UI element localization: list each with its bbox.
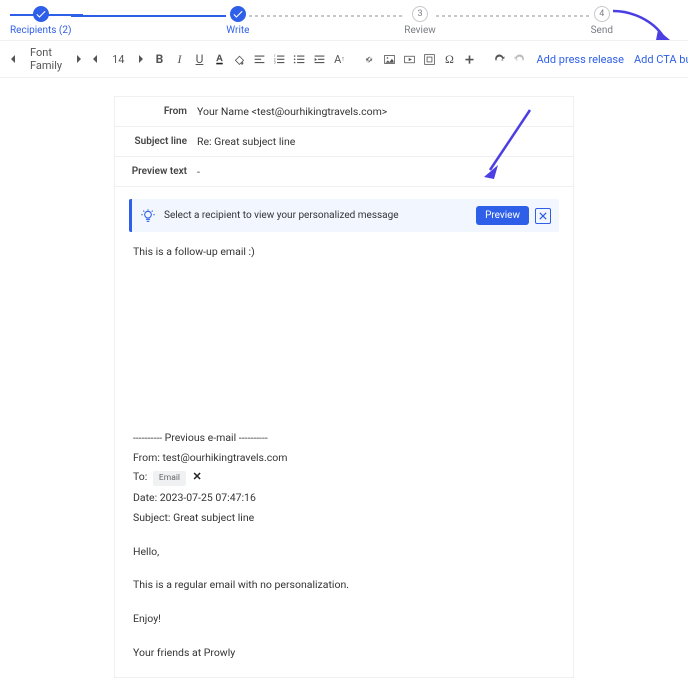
lightbulb-icon bbox=[140, 208, 156, 224]
email-body-editor[interactable]: This is a follow-up email :) ---------- … bbox=[115, 240, 573, 677]
add-press-release-link[interactable]: Add press release bbox=[532, 51, 628, 68]
special-char-button[interactable]: Ω bbox=[440, 49, 458, 69]
font-size-prev-icon[interactable] bbox=[88, 49, 106, 69]
add-cta-button-link[interactable]: Add CTA button bbox=[630, 51, 688, 68]
insert-more-button[interactable] bbox=[460, 49, 478, 69]
list-numbered-button[interactable]: 123 bbox=[270, 49, 288, 69]
body-signoff: Your friends at Prowly bbox=[133, 645, 555, 661]
prev-to: To: Email ✕ bbox=[133, 469, 555, 486]
italic-button[interactable]: I bbox=[170, 49, 188, 69]
email-compose-panel: From Your Name <test@ourhikingtravels.co… bbox=[114, 96, 574, 678]
banner-close-button[interactable] bbox=[535, 208, 551, 224]
preview-text-label: Preview text bbox=[129, 166, 197, 177]
step-send[interactable]: 4 Send bbox=[591, 6, 613, 36]
email-pill: Email bbox=[153, 471, 186, 486]
align-button[interactable] bbox=[250, 49, 268, 69]
from-value[interactable]: Your Name <test@ourhikingtravels.com> bbox=[197, 105, 387, 118]
preview-button[interactable]: Preview bbox=[476, 206, 529, 225]
prev-date: Date: 2023-07-25 07:47:16 bbox=[133, 490, 555, 506]
prev-separator: ---------- Previous e-mail ---------- bbox=[133, 430, 555, 446]
prev-from: From: test@ourhikingtravels.com bbox=[133, 450, 555, 466]
body-hello: Hello, bbox=[133, 544, 555, 560]
redo-button[interactable] bbox=[510, 49, 528, 69]
text-color-button[interactable] bbox=[210, 49, 228, 69]
from-label: From bbox=[129, 106, 197, 117]
bg-color-button[interactable] bbox=[230, 49, 248, 69]
remove-chip-icon[interactable]: ✕ bbox=[192, 472, 203, 483]
underline-button[interactable]: U bbox=[190, 49, 208, 69]
step-write[interactable]: Write bbox=[226, 6, 249, 36]
image-button[interactable] bbox=[380, 49, 398, 69]
font-family-next-icon[interactable] bbox=[68, 49, 86, 69]
subject-label: Subject line bbox=[129, 136, 197, 147]
step-recipients[interactable]: Recipients (2) bbox=[10, 6, 71, 36]
video-button[interactable] bbox=[400, 49, 418, 69]
personalize-info-banner: Select a recipient to view your personal… bbox=[129, 199, 559, 232]
attach-button[interactable] bbox=[420, 49, 438, 69]
preview-text-value[interactable]: - bbox=[197, 165, 200, 178]
font-size-increase-button[interactable]: A↑ bbox=[330, 49, 348, 69]
undo-button[interactable] bbox=[490, 49, 508, 69]
font-size-next-icon[interactable] bbox=[130, 49, 148, 69]
subject-row: Subject line Re: Great subject line bbox=[115, 127, 573, 157]
step-review[interactable]: 3 Review bbox=[404, 6, 436, 36]
body-followup: This is a follow-up email :) bbox=[133, 244, 555, 260]
font-family-prev-icon[interactable] bbox=[6, 49, 24, 69]
indent-button[interactable] bbox=[310, 49, 328, 69]
prev-subject: Subject: Great subject line bbox=[133, 510, 555, 526]
font-family-select[interactable]: Font Family bbox=[26, 46, 66, 72]
link-button[interactable] bbox=[360, 49, 378, 69]
bold-button[interactable]: B bbox=[150, 49, 168, 69]
preview-text-row: Preview text - bbox=[115, 157, 573, 187]
body-line1: This is a regular email with no personal… bbox=[133, 577, 555, 593]
banner-text: Select a recipient to view your personal… bbox=[164, 210, 476, 221]
from-row: From Your Name <test@ourhikingtravels.co… bbox=[115, 97, 573, 127]
body-enjoy: Enjoy! bbox=[133, 611, 555, 627]
editor-toolbar: Font Family 14 B I U 123 A↑ Ω Add press … bbox=[0, 40, 688, 78]
font-size-select[interactable]: 14 bbox=[108, 53, 128, 66]
list-bullet-button[interactable] bbox=[290, 49, 308, 69]
svg-text:3: 3 bbox=[274, 60, 276, 64]
subject-value[interactable]: Re: Great subject line bbox=[197, 135, 295, 148]
wizard-stepper: Recipients (2) Write 3 Review 4 Send bbox=[10, 0, 678, 40]
